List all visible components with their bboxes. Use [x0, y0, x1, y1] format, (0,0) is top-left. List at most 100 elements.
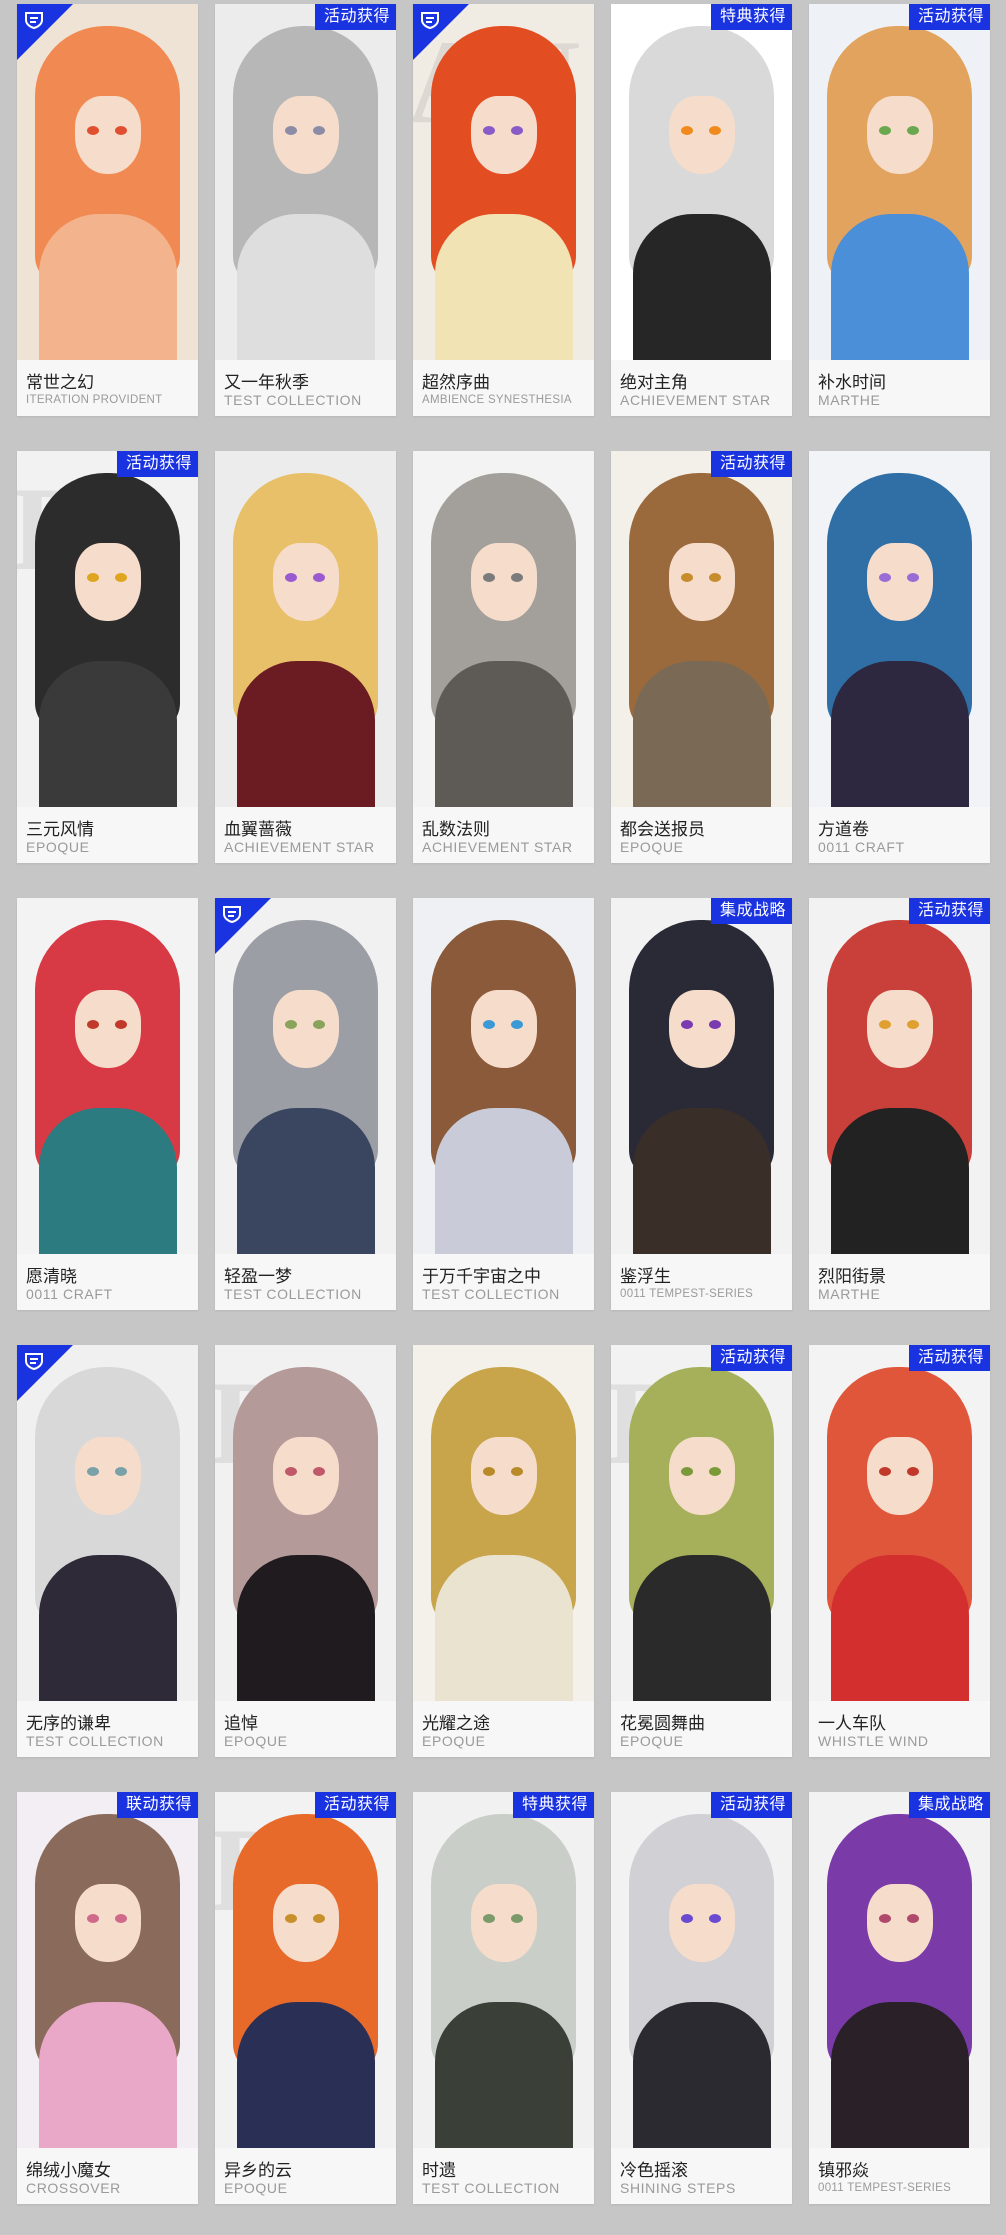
skin-series: TEST COLLECTION: [422, 1286, 560, 1302]
skin-card-16[interactable]: 无序的谦卑 TEST COLLECTION: [17, 1345, 198, 1757]
skin-info: 绝对主角 ACHIEVEMENT STAR: [611, 360, 792, 416]
skin-info: 时遗 TEST COLLECTION: [413, 2148, 594, 2204]
acquisition-badge: 集成战略: [908, 1792, 990, 1818]
skin-series: EPOQUE: [620, 1733, 684, 1749]
skin-series: EPOQUE: [26, 839, 90, 855]
skin-card-11[interactable]: 愿清晓 0011 CRAFT: [17, 898, 198, 1310]
artwork-body: [39, 1555, 177, 1701]
skin-name: 鉴浮生: [620, 1267, 671, 1286]
artwork-face: [669, 1884, 735, 1962]
skin-card-20[interactable]: 一人车队 WHISTLE WIND 活动获得: [809, 1345, 990, 1757]
artwork-eye-right: [907, 1467, 919, 1476]
artwork-face: [867, 543, 933, 621]
skin-artwork: [611, 451, 792, 807]
skin-card-6[interactable]: D 三元风情 EPOQUE 活动获得: [17, 451, 198, 863]
skin-artwork: D: [611, 1345, 792, 1701]
artwork-eye-right: [313, 126, 325, 135]
artwork-face: [867, 1437, 933, 1515]
artwork-eye-left: [879, 1020, 891, 1029]
artwork-eye-right: [313, 1914, 325, 1923]
artwork-body: [435, 214, 573, 360]
skin-card-9[interactable]: 都会送报员 EPOQUE 活动获得: [611, 451, 792, 863]
skin-series: EPOQUE: [224, 1733, 288, 1749]
artwork-eye-left: [681, 573, 693, 582]
skin-card-3[interactable]: AN 超然序曲 AMBIENCE SYNESTHESIA: [413, 4, 594, 416]
skin-series: EPOQUE: [620, 839, 684, 855]
skin-card-13[interactable]: 于万千宇宙之中 TEST COLLECTION: [413, 898, 594, 1310]
skin-card-15[interactable]: 烈阳街景 MARTHE 活动获得: [809, 898, 990, 1310]
skin-name: 乱数法则: [422, 820, 490, 839]
artwork-eye-right: [313, 1467, 325, 1476]
artwork-face: [273, 990, 339, 1068]
skin-name: 无序的谦卑: [26, 1714, 111, 1733]
skin-series: TEST COLLECTION: [224, 392, 362, 408]
artwork-face: [471, 990, 537, 1068]
skin-card-2[interactable]: 又一年秋季 TEST COLLECTION 活动获得: [215, 4, 396, 416]
skin-info: 轻盈一梦 TEST COLLECTION: [215, 1254, 396, 1310]
skin-card-22[interactable]: D 异乡的云 EPOQUE 活动获得: [215, 1792, 396, 2204]
artwork-body: [39, 661, 177, 807]
skin-card-17[interactable]: D 追悼 EPOQUE: [215, 1345, 396, 1757]
artwork-body: [831, 1108, 969, 1254]
artwork-face: [867, 990, 933, 1068]
skin-series: ACHIEVEMENT STAR: [224, 839, 375, 855]
artwork-eye-right: [313, 1020, 325, 1029]
skin-card-10[interactable]: 方道卷 0011 CRAFT: [809, 451, 990, 863]
pledge-icon: [25, 12, 43, 30]
skin-series: MARTHE: [818, 1286, 881, 1302]
skin-card-19[interactable]: D 花冕圆舞曲 EPOQUE 活动获得: [611, 1345, 792, 1757]
skin-card-4[interactable]: 绝对主角 ACHIEVEMENT STAR 特典获得: [611, 4, 792, 416]
acquisition-badge: 活动获得: [116, 451, 198, 477]
skin-info: 光耀之途 EPOQUE: [413, 1701, 594, 1757]
skin-card-23[interactable]: 时遗 TEST COLLECTION 特典获得: [413, 1792, 594, 2204]
artwork-eye-left: [87, 1020, 99, 1029]
acquisition-badge: 特典获得: [512, 1792, 594, 1818]
skin-series: AMBIENCE SYNESTHESIA: [422, 394, 572, 406]
acquisition-badge: 活动获得: [710, 1345, 792, 1371]
skin-card-24[interactable]: 冷色摇滚 SHINING STEPS 活动获得: [611, 1792, 792, 2204]
skin-artwork: [413, 1345, 594, 1701]
skin-name: 又一年秋季: [224, 373, 309, 392]
skin-card-21[interactable]: 绵绒小魔女 CROSSOVER 联动获得: [17, 1792, 198, 2204]
skin-info: 冷色摇滚 SHINING STEPS: [611, 2148, 792, 2204]
skin-name: 光耀之途: [422, 1714, 490, 1733]
skin-card-12[interactable]: 轻盈一梦 TEST COLLECTION: [215, 898, 396, 1310]
artwork-eye-right: [907, 1914, 919, 1923]
artwork-eye-left: [483, 126, 495, 135]
skin-card-1[interactable]: 常世之幻 ITERATION PROVIDENT: [17, 4, 198, 416]
artwork-eye-left: [87, 1914, 99, 1923]
artwork-body: [237, 1108, 375, 1254]
acquisition-badge: 活动获得: [908, 1345, 990, 1371]
acquisition-badge: 活动获得: [908, 4, 990, 30]
skin-info: 都会送报员 EPOQUE: [611, 807, 792, 863]
skin-artwork: [611, 898, 792, 1254]
artwork-body: [39, 2002, 177, 2148]
skin-artwork: [611, 4, 792, 360]
skin-series: 0011 CRAFT: [818, 839, 905, 855]
skin-card-8[interactable]: 乱数法则 ACHIEVEMENT STAR: [413, 451, 594, 863]
skin-card-5[interactable]: 补水时间 MARTHE 活动获得: [809, 4, 990, 416]
skin-info: 又一年秋季 TEST COLLECTION: [215, 360, 396, 416]
skin-card-7[interactable]: 血翼蔷薇 ACHIEVEMENT STAR: [215, 451, 396, 863]
artwork-eye-right: [709, 1020, 721, 1029]
skin-name: 绝对主角: [620, 373, 688, 392]
artwork-body: [831, 1555, 969, 1701]
artwork-body: [831, 214, 969, 360]
skin-card-14[interactable]: 鉴浮生 0011 TEMPEST-SERIES 集成战略: [611, 898, 792, 1310]
artwork-face: [75, 96, 141, 174]
skin-info: 于万千宇宙之中 TEST COLLECTION: [413, 1254, 594, 1310]
skin-name: 方道卷: [818, 820, 869, 839]
skin-name: 愿清晓: [26, 1267, 77, 1286]
skin-info: 补水时间 MARTHE: [809, 360, 990, 416]
skin-card-18[interactable]: 光耀之途 EPOQUE: [413, 1345, 594, 1757]
skin-info: 鉴浮生 0011 TEMPEST-SERIES: [611, 1254, 792, 1310]
artwork-body: [435, 661, 573, 807]
artwork-face: [867, 96, 933, 174]
skin-info: 绵绒小魔女 CROSSOVER: [17, 2148, 198, 2204]
skin-name: 血翼蔷薇: [224, 820, 292, 839]
artwork-eye-left: [285, 1467, 297, 1476]
skin-info: 烈阳街景 MARTHE: [809, 1254, 990, 1310]
skin-card-25[interactable]: 镇邪焱 0011 TEMPEST-SERIES 集成战略: [809, 1792, 990, 2204]
artwork-body: [435, 1108, 573, 1254]
artwork-eye-right: [115, 1914, 127, 1923]
